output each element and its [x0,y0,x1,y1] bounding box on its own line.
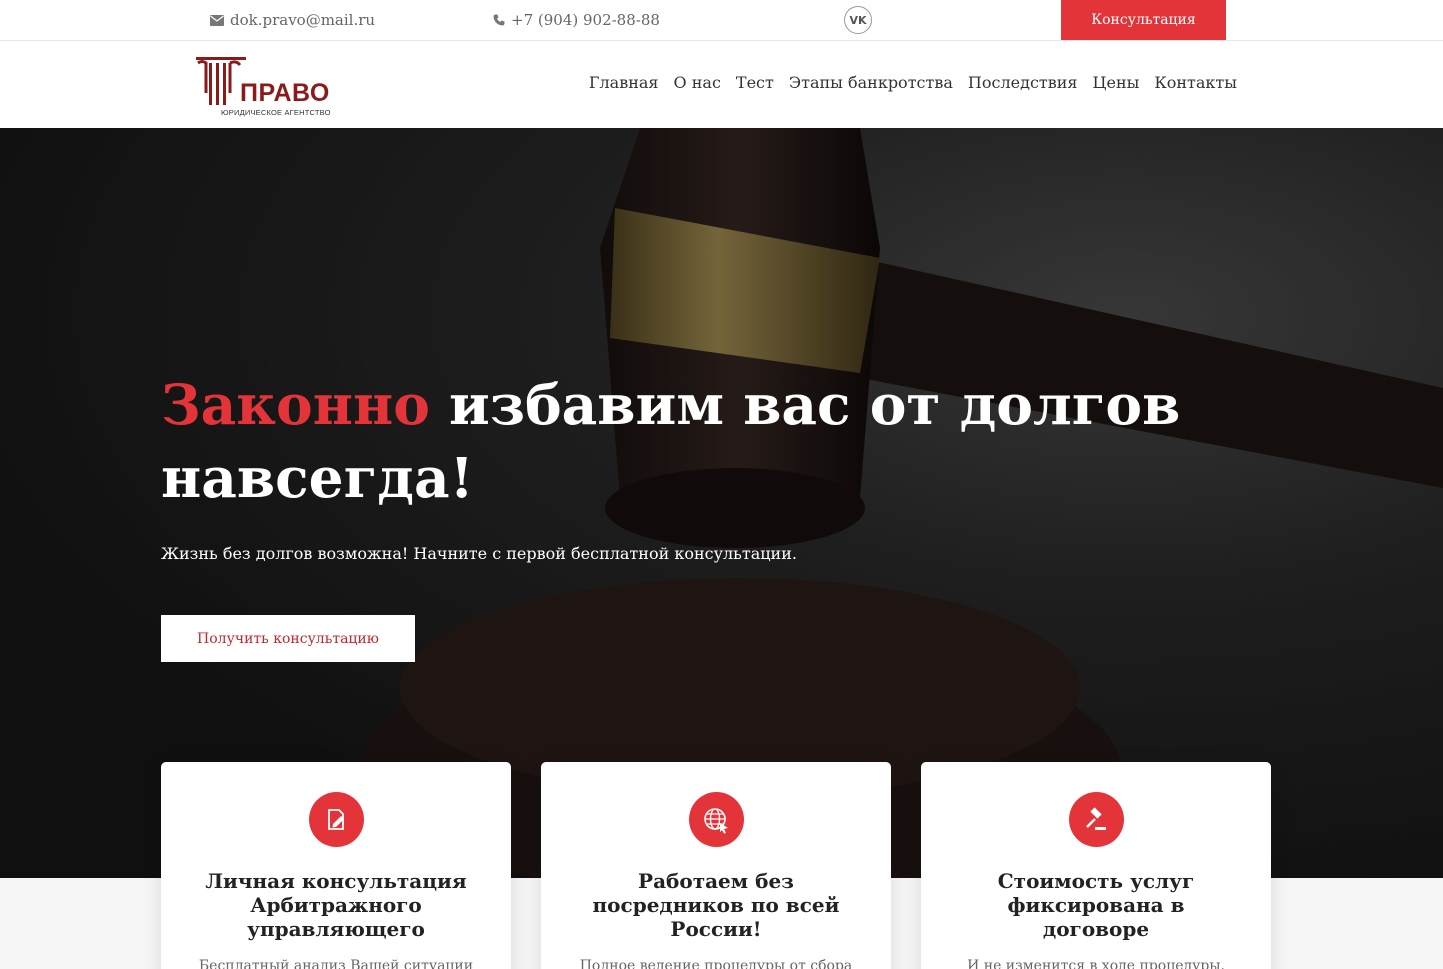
card-icon-circle [688,792,744,847]
logo[interactable]: ПРАВО ЮРИДИЧЕСКОЕ АГЕНТСТВО [194,55,344,117]
envelope-icon [210,14,224,26]
nav-item-prices[interactable]: Цены [1093,73,1140,92]
nav-item-home[interactable]: Главная [589,73,659,92]
nav-item-consequences[interactable]: Последствия [968,73,1078,92]
phone-text: +7 (904) 902-88-88 [511,11,660,29]
top-bar: dok.pravo@mail.ru +7 (904) 902-88-88 VK … [0,0,1443,41]
vk-icon[interactable]: VK [844,6,872,34]
nav-item-contacts[interactable]: Контакты [1154,73,1237,92]
email-contact[interactable]: dok.pravo@mail.ru [210,11,375,29]
feature-card: Личная консультация Арбитражного управля… [161,762,511,969]
nav-item-stages[interactable]: Этапы банкротства [789,73,953,92]
card-text: Бесплатный анализ Вашей ситуации [198,958,474,969]
document-pen-icon [328,808,344,830]
card-text: Полное ведение процедуры от сбора [579,958,853,969]
hero-subtitle: Жизнь без долгов возможна! Начните с пер… [161,544,797,563]
header: ПРАВО ЮРИДИЧЕСКОЕ АГЕНТСТВО Главная О на… [0,41,1443,128]
nav-item-about[interactable]: О нас [674,73,721,92]
consultation-button[interactable]: Консультация [1061,0,1226,40]
feature-card: Работаем без посредников по всей России!… [541,762,891,969]
hero-content: Законно избавим вас от долгов навсегда! … [161,368,1261,662]
card-icon-circle [308,792,364,847]
globe-cursor-icon [704,807,728,833]
feature-card: Стоимость услуг фиксирована в договоре И… [921,762,1271,969]
phone-icon [493,14,505,26]
card-title: Работаем без посредников по всей России! [592,869,840,941]
get-consultation-button[interactable]: Получить консультацию [161,615,415,662]
card-text: И не изменится в ходе процедуры. [967,958,1225,969]
email-text: dok.pravo@mail.ru [230,11,376,29]
logo-word: ПРАВО [240,79,330,107]
hero-title: Законно избавим вас от долгов навсегда! [161,368,1261,514]
card-title: Стоимость услуг фиксирована в договоре [997,869,1195,941]
hero-title-accent: Законно [161,372,430,437]
card-icon-circle [1068,792,1124,847]
main-nav: Главная О нас Тест Этапы банкротства Пос… [589,73,1237,92]
nav-item-test[interactable]: Тест [736,73,774,92]
gavel-icon [1086,806,1106,830]
logo-subtitle: ЮРИДИЧЕСКОЕ АГЕНТСТВО [221,108,331,117]
phone-contact[interactable]: +7 (904) 902-88-88 [493,11,660,29]
card-title: Личная консультация Арбитражного управля… [205,869,467,941]
